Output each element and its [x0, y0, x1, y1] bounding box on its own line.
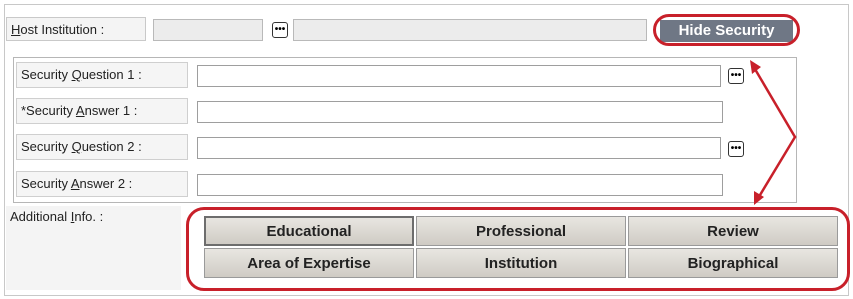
security-question-1-lookup-button[interactable]: •••: [728, 68, 744, 84]
sq1-label-pre: Security: [21, 67, 72, 82]
professional-button[interactable]: Professional: [416, 216, 626, 246]
ellipsis-icon: •••: [730, 70, 742, 81]
educational-button[interactable]: Educational: [204, 216, 414, 246]
host-institution-lookup-button[interactable]: •••: [272, 22, 288, 38]
review-button[interactable]: Review: [628, 216, 838, 246]
add-label-post: nfo. :: [74, 209, 104, 224]
additional-info-label: Additional Info. :: [6, 206, 181, 290]
sq2-label-u: Q: [71, 139, 82, 154]
host-institution-code-field[interactable]: [153, 19, 263, 41]
sq1-label-post: uestion 1 :: [81, 67, 142, 82]
sa1-label-pre: *Security: [21, 103, 76, 118]
ellipsis-icon: •••: [730, 143, 742, 154]
host-institution-label: Host Institution :: [6, 17, 146, 41]
sa2-label-post: nswer 2 :: [79, 176, 133, 191]
security-question-2-lookup-button[interactable]: •••: [728, 141, 744, 157]
security-question-1-label: Security Question 1 :: [16, 62, 188, 88]
sa1-label-post: nswer 1 :: [84, 103, 138, 118]
add-label-pre: Additional: [10, 209, 71, 224]
sa2-label-u: A: [70, 176, 80, 191]
security-question-2-input[interactable]: [197, 137, 721, 159]
host-label-underlined: H: [11, 22, 21, 37]
security-answer-2-input[interactable]: [197, 174, 723, 196]
security-answer-1-label: *Security Answer 1 :: [16, 98, 188, 124]
sq2-label-post: uestion 2 :: [81, 139, 142, 154]
security-question-1-input[interactable]: [197, 65, 721, 87]
security-question-2-label: Security Question 2 :: [16, 134, 188, 160]
area-of-expertise-button[interactable]: Area of Expertise: [204, 248, 414, 278]
host-institution-name-field[interactable]: [293, 19, 647, 41]
security-answer-2-label: Security Answer 2 :: [16, 171, 188, 197]
biographical-button[interactable]: Biographical: [628, 248, 838, 278]
institution-button[interactable]: Institution: [416, 248, 626, 278]
hide-security-button[interactable]: Hide Security: [660, 20, 793, 42]
ellipsis-icon: •••: [274, 24, 286, 35]
sq2-label-pre: Security: [21, 139, 72, 154]
host-label-text: ost Institution :: [20, 22, 105, 37]
sq1-label-u: Q: [71, 67, 82, 82]
security-answer-1-input[interactable]: [197, 101, 723, 123]
sa2-label-pre: Security: [21, 176, 71, 191]
additional-info-buttons: Educational Professional Review Area of …: [203, 215, 839, 279]
sa1-label-u: A: [75, 103, 85, 118]
